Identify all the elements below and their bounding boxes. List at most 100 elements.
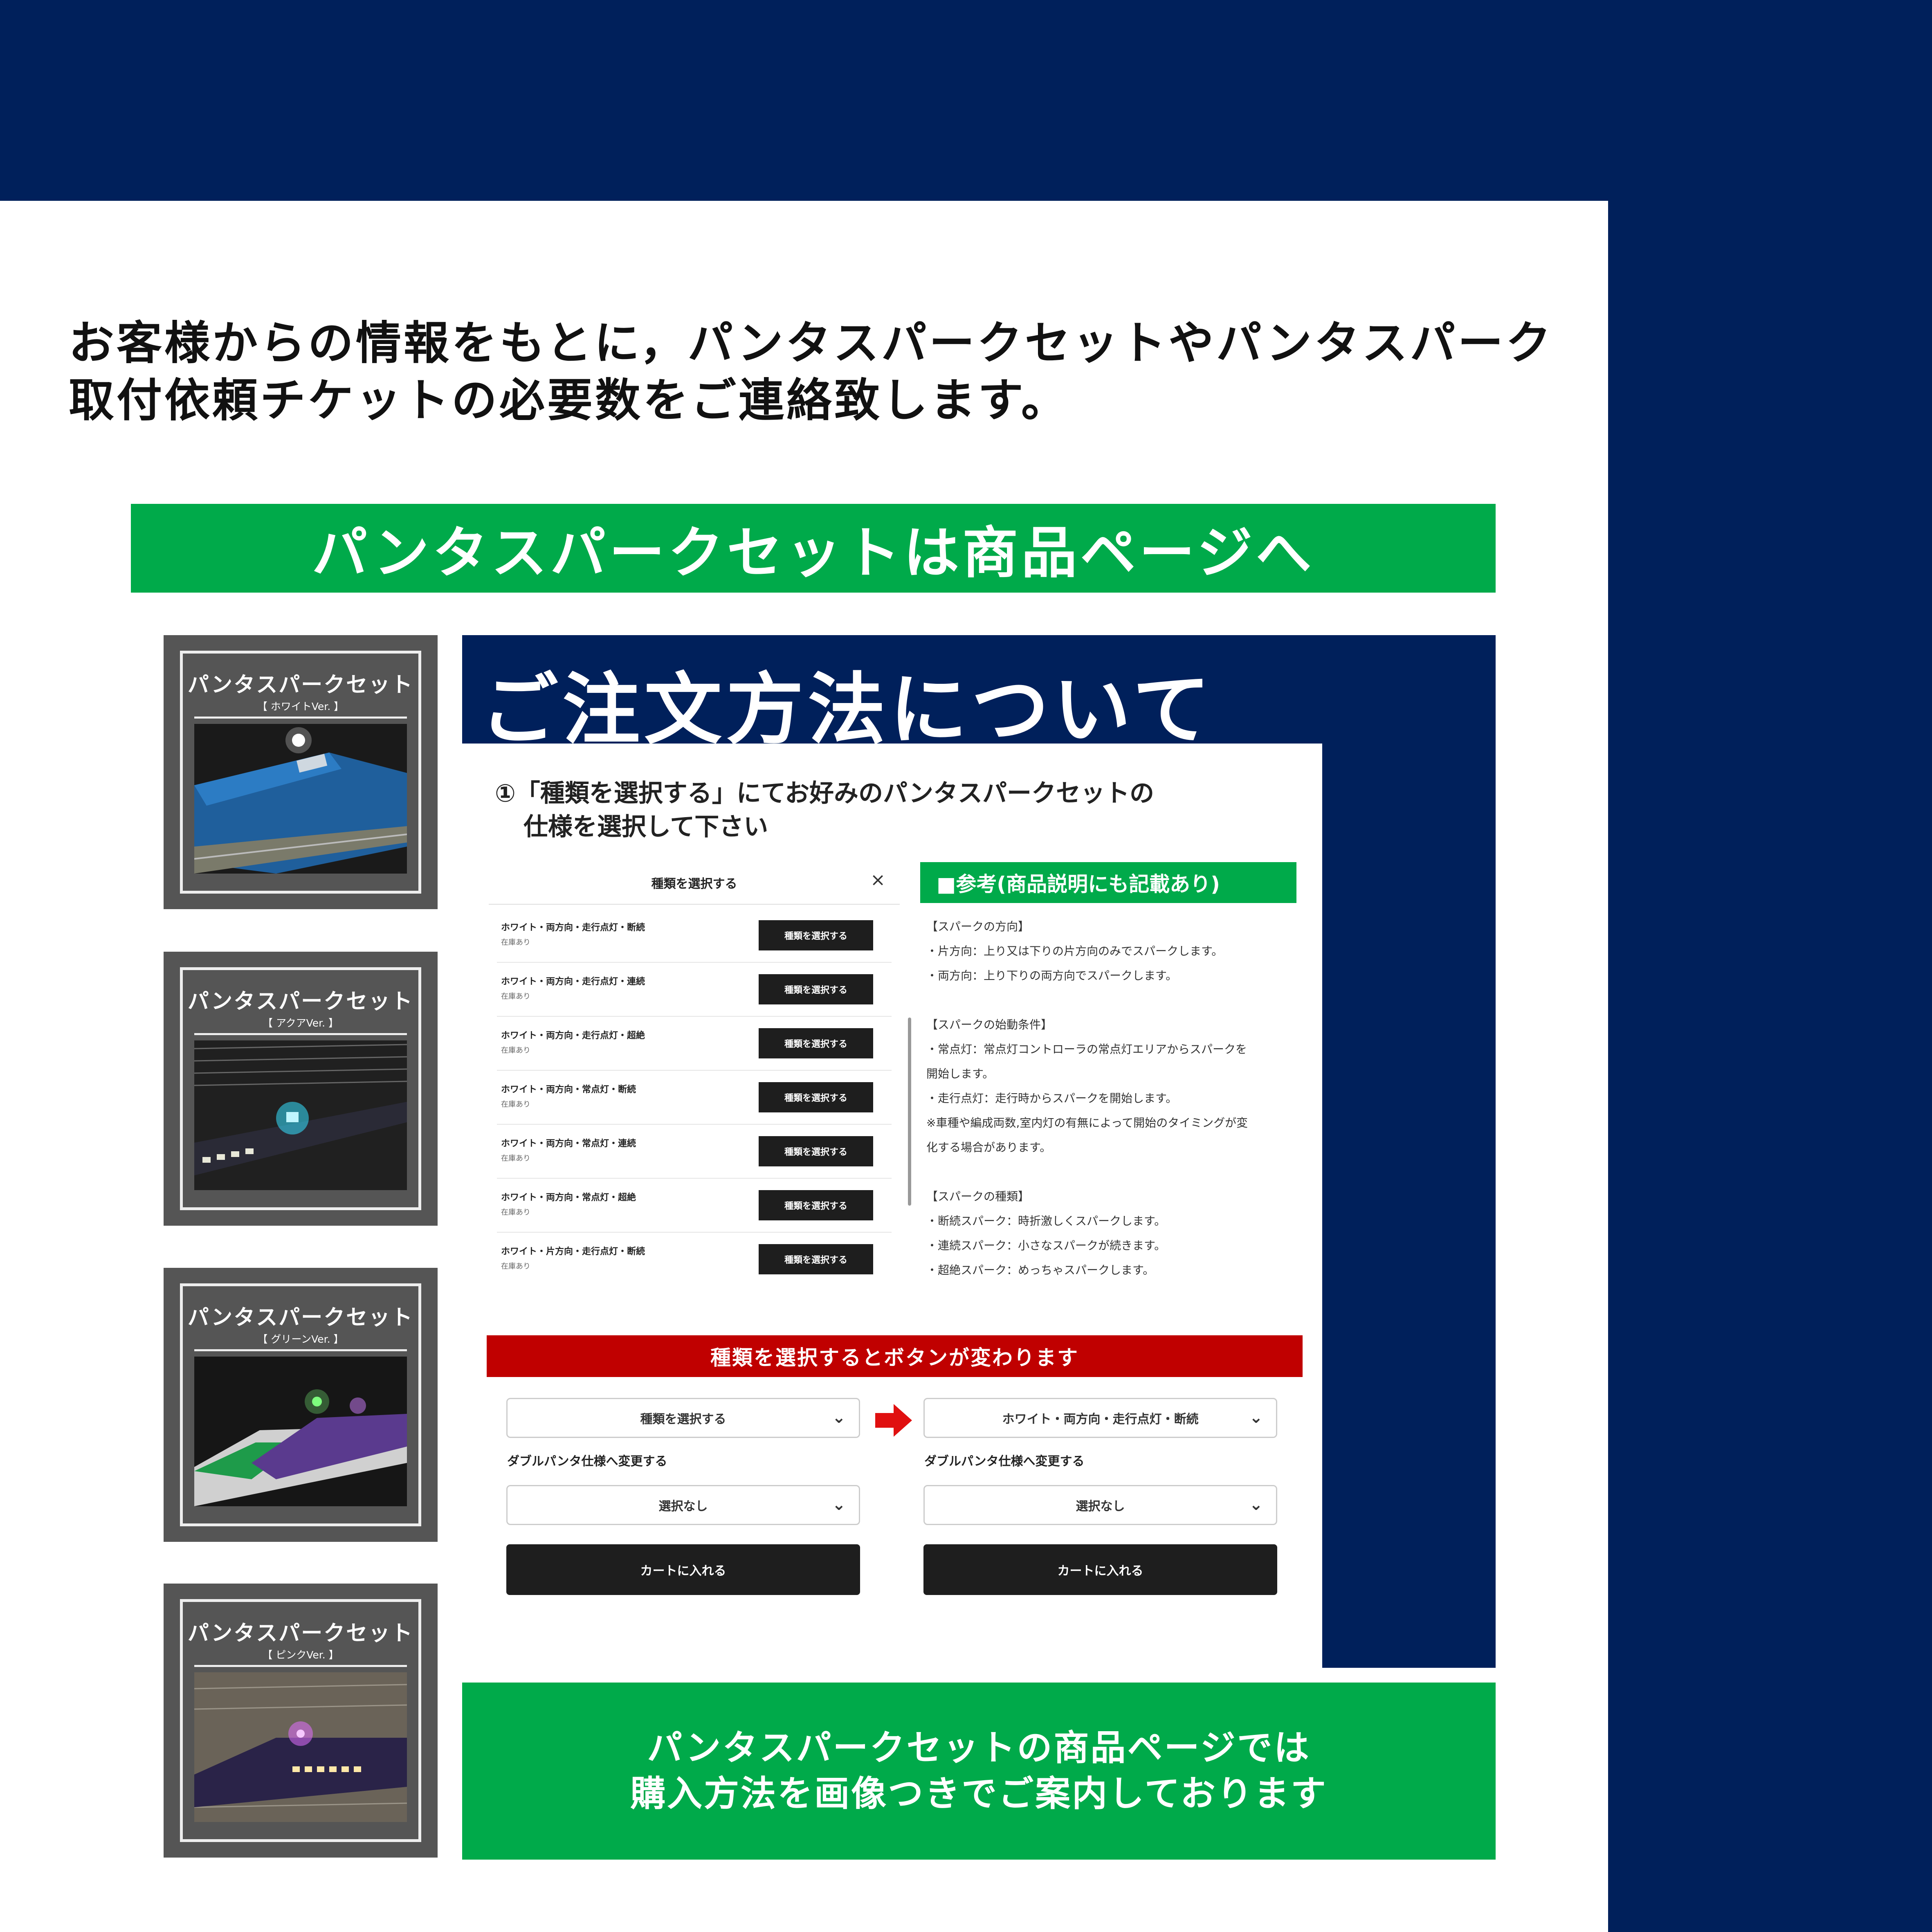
red-notice-banner: 種類を選択するとボタンが変わります	[487, 1335, 1303, 1377]
reference-line: ・片方向：上り又は下りの片方向のみでスパークします。	[926, 944, 1223, 958]
card-divider	[194, 717, 407, 719]
reference-line: 【スパークの方向】	[926, 920, 1030, 933]
guide-line-1: パンタスパークセットの商品ページでは	[647, 1727, 1311, 1768]
dropdown-value: ホワイト・両方向・走行点灯・断続	[1002, 1412, 1199, 1427]
reference-title: ■参考(商品説明にも記載あり)	[920, 862, 1296, 903]
select-variant-button[interactable]: 種類を選択する	[759, 1028, 873, 1058]
product-card-aqua[interactable]: パンタスパークセット 【 アクアVer. 】	[164, 952, 438, 1226]
dropdown-value: 選択なし	[1076, 1499, 1125, 1514]
reference-line: ・断続スパーク：時折激しくスパークします。	[926, 1214, 1166, 1228]
double-panta-label: ダブルパンタ仕様へ変更する	[507, 1454, 667, 1469]
option-stock: 在庫あり	[501, 938, 530, 947]
reference-line: 開始します。	[926, 1067, 994, 1081]
list-item: ホワイト・両方向・常点灯・連続 在庫あり 種類を選択する	[497, 1124, 892, 1179]
card-subtitle: 【 ピンクVer. 】	[262, 1649, 339, 1661]
right-navy-band	[1608, 201, 1932, 1932]
chevron-down-icon: ⌄	[832, 1408, 846, 1427]
reference-line: 【スパークの種類】	[926, 1190, 1030, 1203]
option-name: ホワイト・両方向・常点灯・断続	[501, 1085, 636, 1095]
order-method-content: ①「種類を選択する」にてお好みのパンタスパークセットの 仕様を選択して下さい 種…	[462, 744, 1322, 1668]
card-subtitle: 【 ホワイトVer. 】	[257, 701, 344, 712]
option-stock: 在庫あり	[501, 1046, 530, 1055]
reference-line	[926, 1160, 1294, 1184]
reference-line: ・連続スパーク：小さなスパークが続きます。	[926, 1239, 1166, 1252]
modal-scrollbar[interactable]	[908, 1018, 911, 1206]
train-photo-pink	[194, 1672, 407, 1822]
variant-select-modal: 種類を選択する × ホワイト・両方向・走行点灯・断続 在庫あり 種類を選択する …	[489, 859, 900, 1292]
intro-line-2: 取付依頼チケットの必要数をご連絡致します。	[69, 374, 1069, 427]
train-photo-white	[194, 724, 407, 874]
option-name: ホワイト・両方向・常点灯・連続	[501, 1139, 636, 1149]
card-title: パンタスパークセット	[187, 989, 414, 1014]
list-item: ホワイト・両方向・走行点灯・超絶 在庫あり 種類を選択する	[497, 1016, 892, 1071]
dropdown-value: 種類を選択する	[640, 1412, 726, 1427]
select-variant-button[interactable]: 種類を選択する	[759, 1244, 873, 1274]
train-photo-green	[194, 1357, 407, 1506]
double-panta-select-after[interactable]: 選択なし ⌄	[923, 1485, 1277, 1525]
guide-line-2: 購入方法を画像つきでご案内しております	[630, 1773, 1328, 1814]
card-divider	[194, 1033, 407, 1035]
chevron-down-icon: ⌄	[832, 1495, 846, 1514]
reference-line: ・超絶スパーク：めっちゃスパークします。	[926, 1263, 1155, 1277]
product-card-green[interactable]: パンタスパークセット 【 グリーンVer. 】	[164, 1268, 438, 1542]
option-stock: 在庫あり	[501, 1100, 530, 1109]
intro-text: お客様からの情報をもとに，パンタスパークセットやパンタスパーク 取付依頼チケット…	[69, 315, 1590, 429]
step-instruction: ①「種類を選択する」にてお好みのパンタスパークセットの 仕様を選択して下さい	[495, 777, 1154, 844]
option-stock: 在庫あり	[501, 992, 530, 1001]
card-title: パンタスパークセット	[187, 673, 414, 697]
reference-line	[926, 988, 1294, 1013]
train-photo-aqua	[194, 1040, 407, 1190]
card-title: パンタスパークセット	[187, 1305, 414, 1330]
card-frame: パンタスパークセット 【 アクアVer. 】	[180, 967, 421, 1210]
option-stock: 在庫あり	[501, 1154, 530, 1163]
variant-select-before[interactable]: 種類を選択する ⌄	[506, 1398, 860, 1438]
step-line-1: ①「種類を選択する」にてお好みのパンタスパークセットの	[495, 779, 1154, 808]
reference-panel: ■参考(商品説明にも記載あり) 【スパークの方向】 ・片方向：上り又は下りの片方…	[920, 862, 1296, 1300]
double-panta-select-before[interactable]: 選択なし ⌄	[506, 1485, 860, 1525]
list-item: ホワイト・両方向・常点灯・超絶 在庫あり 種類を選択する	[497, 1178, 892, 1233]
product-page-link-banner[interactable]: パンタスパークセットは商品ページへ	[131, 504, 1496, 593]
reference-line: ※車種や編成両数,室内灯の有無によって開始のタイミングが変	[926, 1116, 1248, 1130]
order-method-panel: ご注文方法について ①「種類を選択する」にてお好みのパンタスパークセットの 仕様…	[462, 635, 1496, 1668]
intro-line-1: お客様からの情報をもとに，パンタスパークセットやパンタスパーク	[69, 317, 1554, 370]
chevron-down-icon: ⌄	[1249, 1408, 1263, 1427]
top-navy-band	[0, 0, 1932, 201]
order-method-title: ご注文方法について	[481, 665, 1215, 755]
list-item: ホワイト・両方向・走行点灯・断続 在庫あり 種類を選択する	[497, 908, 892, 963]
select-variant-button[interactable]: 種類を選択する	[759, 1190, 873, 1220]
card-divider	[194, 1349, 407, 1351]
step-line-2: 仕様を選択して下さい	[523, 812, 768, 841]
option-stock: 在庫あり	[501, 1208, 530, 1217]
add-to-cart-button-before[interactable]: カートに入れる	[506, 1544, 860, 1595]
product-card-white[interactable]: パンタスパークセット 【 ホワイトVer. 】	[164, 635, 438, 909]
card-frame: パンタスパークセット 【 ピンクVer. 】	[180, 1599, 421, 1842]
select-variant-button[interactable]: 種類を選択する	[759, 974, 873, 1004]
select-variant-button[interactable]: 種類を選択する	[759, 1136, 873, 1166]
card-frame: パンタスパークセット 【 ホワイトVer. 】	[180, 651, 421, 894]
product-card-pink[interactable]: パンタスパークセット 【 ピンクVer. 】	[164, 1584, 438, 1858]
dropdown-value: 選択なし	[658, 1499, 708, 1514]
select-variant-button[interactable]: 種類を選択する	[759, 920, 873, 950]
close-icon[interactable]: ×	[870, 869, 885, 890]
option-name: ホワイト・両方向・常点灯・超絶	[501, 1193, 636, 1203]
arrow-right-icon	[875, 1404, 912, 1437]
option-stock: 在庫あり	[501, 1262, 530, 1271]
card-title: パンタスパークセット	[187, 1621, 414, 1646]
reference-line: 【スパークの始動条件】	[926, 1018, 1053, 1031]
reference-line: ・両方向：上り下りの両方向でスパークします。	[926, 969, 1177, 982]
product-page-guide-banner[interactable]: パンタスパークセットの商品ページでは 購入方法を画像つきでご案内しております	[462, 1683, 1496, 1860]
option-name: ホワイト・両方向・走行点灯・連続	[501, 977, 645, 987]
reference-line: ・常点灯：常点灯コントローラの常点灯エリアからスパークを	[926, 1042, 1247, 1056]
select-variant-button[interactable]: 種類を選択する	[759, 1082, 873, 1112]
option-name: ホワイト・両方向・走行点灯・断続	[501, 923, 645, 933]
add-to-cart-button-after[interactable]: カートに入れる	[923, 1544, 1277, 1595]
option-name: ホワイト・片方向・走行点灯・断続	[501, 1247, 645, 1257]
modal-title: 種類を選択する	[651, 877, 737, 891]
card-divider	[194, 1665, 407, 1667]
modal-header: 種類を選択する ×	[489, 859, 900, 905]
reference-line: 化する場合があります。	[926, 1141, 1051, 1154]
reference-text: 【スパークの方向】 ・片方向：上り又は下りの片方向のみでスパークします。 ・両方…	[926, 914, 1294, 1283]
list-item: ホワイト・片方向・走行点灯・断続 在庫あり 種類を選択する	[497, 1232, 892, 1286]
chevron-down-icon: ⌄	[1249, 1495, 1263, 1514]
variant-select-after[interactable]: ホワイト・両方向・走行点灯・断続 ⌄	[923, 1398, 1277, 1438]
